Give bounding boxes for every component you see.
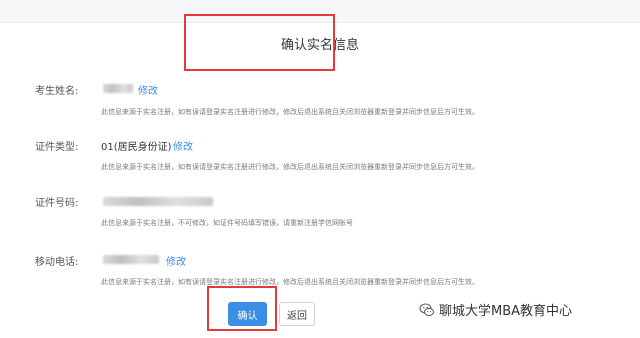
phone-value-redacted <box>103 255 159 264</box>
id-number-hint: 此信息来源于实名注册，不可修改，如证件号码填写错误，请重新注册学信网账号 <box>101 219 353 227</box>
watermark-text: 聊城大学MBA教育中心 <box>439 304 573 319</box>
watermark: 聊城大学MBA教育中心 <box>419 300 572 319</box>
id-number-value-redacted <box>103 197 213 206</box>
button-highlight-box <box>207 286 277 331</box>
id-type-value: 01(居民身份证) <box>101 142 172 153</box>
wechat-icon <box>419 302 435 318</box>
edit-id-type-link[interactable]: 修改 <box>173 138 193 153</box>
name-hint: 此信息来源于实名注册，如有误请登录实名注册进行修改，修改后退出系统且关闭浏览器重… <box>101 108 479 116</box>
back-button[interactable]: 返回 <box>279 302 315 326</box>
id-type-label: 证件类型: <box>35 142 79 153</box>
phone-label: 移动电话: <box>35 257 79 268</box>
edit-name-link[interactable]: 修改 <box>138 82 158 97</box>
title-highlight-box <box>184 14 335 71</box>
name-label: 考生姓名: <box>35 86 79 97</box>
id-number-label: 证件号码: <box>35 198 79 209</box>
id-type-hint: 此信息来源于实名注册，如有误请登录实名注册进行修改，修改后退出系统且关闭浏览器重… <box>101 163 479 171</box>
edit-phone-link[interactable]: 修改 <box>166 253 186 268</box>
name-value-redacted <box>103 84 133 93</box>
phone-hint: 此信息来源于实名注册，如有误请登录实名注册进行修改，修改后退出系统且关闭浏览器重… <box>101 278 479 286</box>
